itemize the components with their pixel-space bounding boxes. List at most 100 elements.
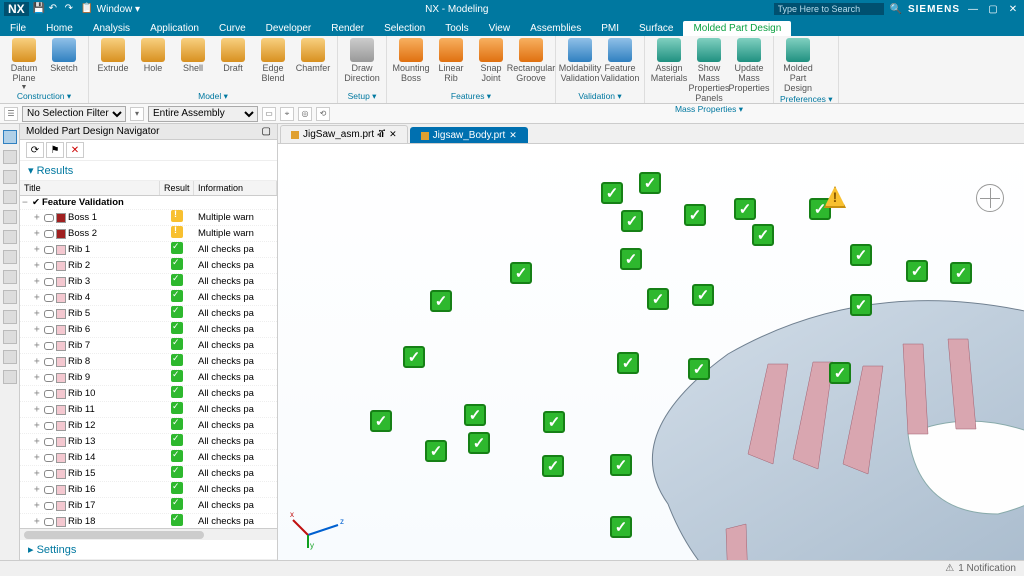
menu-tab-surface[interactable]: Surface	[629, 21, 683, 36]
ribbon-btn-update-mass-properties[interactable]: Update Mass Properties	[731, 38, 767, 104]
ribbon-group-label[interactable]: Validation ▾	[562, 91, 638, 102]
visibility-icon[interactable]	[44, 502, 54, 510]
rail-icon-9[interactable]	[3, 290, 17, 304]
visibility-icon[interactable]	[44, 406, 54, 414]
validation-check-marker[interactable]: ✓	[543, 411, 565, 433]
view-compass[interactable]	[976, 184, 1004, 212]
nav-row-rib-12[interactable]: + Rib 12All checks pa	[20, 418, 277, 434]
viewport[interactable]: z x y ✓✓✓✓✓✓✓✓!✓✓✓✓✓✓✓✓✓✓✓✓✓✓✓✓✓✓✓✓	[278, 144, 1024, 560]
selection-scope-dropdown[interactable]: Entire Assembly	[148, 106, 258, 122]
ribbon-btn-feature-validation[interactable]: Feature Validation	[602, 38, 638, 84]
filter-icon[interactable]: ▾	[130, 107, 144, 121]
menu-tab-render[interactable]: Render	[321, 21, 374, 36]
validation-check-marker[interactable]: ✓	[510, 262, 532, 284]
validation-check-marker[interactable]: ✓	[850, 294, 872, 316]
validation-check-marker[interactable]: ✓	[829, 362, 851, 384]
nav-row-rib-2[interactable]: + Rib 2All checks pa	[20, 258, 277, 274]
rail-icon-12[interactable]	[3, 350, 17, 364]
tab-close-icon[interactable]: ✕	[509, 130, 517, 141]
settings-section-header[interactable]: ▸ Settings	[20, 540, 277, 560]
menu-tab-developer[interactable]: Developer	[256, 21, 322, 36]
qb-tool-2[interactable]: ⌖	[280, 107, 294, 121]
search-icon[interactable]: 🔍	[890, 4, 902, 15]
ribbon-btn-mounting-boss[interactable]: Mounting Boss	[393, 38, 429, 84]
menu-tab-molded-part-design[interactable]: Molded Part Design	[683, 21, 791, 36]
rail-icon-5[interactable]	[3, 210, 17, 224]
qb-tool-3[interactable]: ◎	[298, 107, 312, 121]
validation-check-marker[interactable]: ✓	[688, 358, 710, 380]
nav-row-rib-6[interactable]: + Rib 6All checks pa	[20, 322, 277, 338]
visibility-icon[interactable]	[44, 262, 54, 270]
ribbon-btn-edge-blend[interactable]: Edge Blend	[255, 38, 291, 84]
visibility-icon[interactable]	[44, 454, 54, 462]
menu-tab-analysis[interactable]: Analysis	[83, 21, 140, 36]
close-button[interactable]: ✕	[1006, 4, 1020, 15]
rail-icon-7[interactable]	[3, 250, 17, 264]
validation-check-marker[interactable]: ✓	[601, 182, 623, 204]
maximize-button[interactable]: ▢	[986, 4, 1000, 15]
view-triad[interactable]: z x y	[288, 490, 348, 550]
nav-row-rib-3[interactable]: + Rib 3All checks pa	[20, 274, 277, 290]
ribbon-btn-snap-joint[interactable]: Snap Joint	[473, 38, 509, 84]
ribbon-btn-hole[interactable]: Hole	[135, 38, 171, 84]
menu-tab-pmi[interactable]: PMI	[591, 21, 629, 36]
rail-icon-6[interactable]	[3, 230, 17, 244]
nav-delete-icon[interactable]: ✕	[66, 142, 84, 158]
visibility-icon[interactable]	[44, 342, 54, 350]
search-input[interactable]	[774, 3, 884, 15]
menu-tab-tools[interactable]: Tools	[435, 21, 478, 36]
col-result[interactable]: Result	[160, 181, 194, 195]
ribbon-btn-extrude[interactable]: Extrude	[95, 38, 131, 84]
visibility-icon[interactable]	[44, 326, 54, 334]
menu-tab-curve[interactable]: Curve	[209, 21, 256, 36]
ribbon-btn-chamfer[interactable]: Chamfer	[295, 38, 331, 84]
ribbon-btn-show-mass-properties-panels[interactable]: Show Mass Properties Panels	[691, 38, 727, 104]
ribbon-group-label[interactable]: Preferences ▾	[780, 94, 832, 105]
menu-tab-view[interactable]: View	[479, 21, 521, 36]
qat-redo-icon[interactable]: ↷	[65, 3, 77, 15]
ribbon-group-label[interactable]: Features ▾	[393, 91, 549, 102]
visibility-icon[interactable]	[44, 358, 54, 366]
visibility-icon[interactable]	[44, 390, 54, 398]
rail-icon-8[interactable]	[3, 270, 17, 284]
results-section-header[interactable]: ▾ Results	[20, 161, 277, 181]
ribbon-btn-draft[interactable]: Draft	[215, 38, 251, 84]
nav-row-rib-10[interactable]: + Rib 10All checks pa	[20, 386, 277, 402]
nav-row-rib-9[interactable]: + Rib 9All checks pa	[20, 370, 277, 386]
panel-close-icon[interactable]: ▢	[262, 126, 271, 137]
rail-icon-2[interactable]	[3, 150, 17, 164]
rail-icon-10[interactable]	[3, 310, 17, 324]
menu-tab-file[interactable]: File	[0, 21, 36, 36]
visibility-icon[interactable]	[44, 310, 54, 318]
rail-icon-4[interactable]	[3, 190, 17, 204]
validation-check-marker[interactable]: ✓	[850, 244, 872, 266]
nav-row-rib-14[interactable]: + Rib 14All checks pa	[20, 450, 277, 466]
nav-row-rib-4[interactable]: + Rib 4All checks pa	[20, 290, 277, 306]
nav-row-rib-18[interactable]: + Rib 18All checks pa	[20, 514, 277, 528]
validation-check-marker[interactable]: ✓	[692, 284, 714, 306]
ribbon-btn-shell[interactable]: Shell	[175, 38, 211, 84]
navigator-hscroll[interactable]	[20, 528, 277, 540]
nav-refresh-icon[interactable]: ⟳	[26, 142, 44, 158]
validation-check-marker[interactable]: ✓	[684, 204, 706, 226]
nav-row-rib-5[interactable]: + Rib 5All checks pa	[20, 306, 277, 322]
visibility-icon[interactable]	[44, 486, 54, 494]
rail-icon-11[interactable]	[3, 330, 17, 344]
qat-save-icon[interactable]: 💾	[33, 3, 45, 15]
validation-check-marker[interactable]: ✓	[542, 455, 564, 477]
doc-tab-jigsaw-body-prt[interactable]: Jigsaw_Body.prt ✕	[410, 127, 528, 143]
qat-undo-icon[interactable]: ↶	[49, 3, 61, 15]
validation-check-marker[interactable]: ✓	[464, 404, 486, 426]
doc-tab-jigsaw-asm-prt[interactable]: JigSaw_asm.prt ⶠ ✕	[280, 125, 408, 143]
ribbon-btn-moldability-validation[interactable]: Moldability Validation	[562, 38, 598, 84]
notification-icon[interactable]: ⚠	[945, 563, 954, 574]
menu-icon[interactable]: ☰	[4, 107, 18, 121]
nav-filter-icon[interactable]: ⚑	[46, 142, 64, 158]
visibility-icon[interactable]	[44, 246, 54, 254]
nav-row-rib-17[interactable]: + Rib 17All checks pa	[20, 498, 277, 514]
validation-check-marker[interactable]: ✓	[468, 432, 490, 454]
ribbon-group-label[interactable]: Mass Properties ▾	[651, 104, 767, 115]
nav-row-rib-11[interactable]: + Rib 11All checks pa	[20, 402, 277, 418]
navigator-table[interactable]: −✔ Feature Validation+ Boss 1Multiple wa…	[20, 196, 277, 528]
visibility-icon[interactable]	[44, 518, 54, 526]
